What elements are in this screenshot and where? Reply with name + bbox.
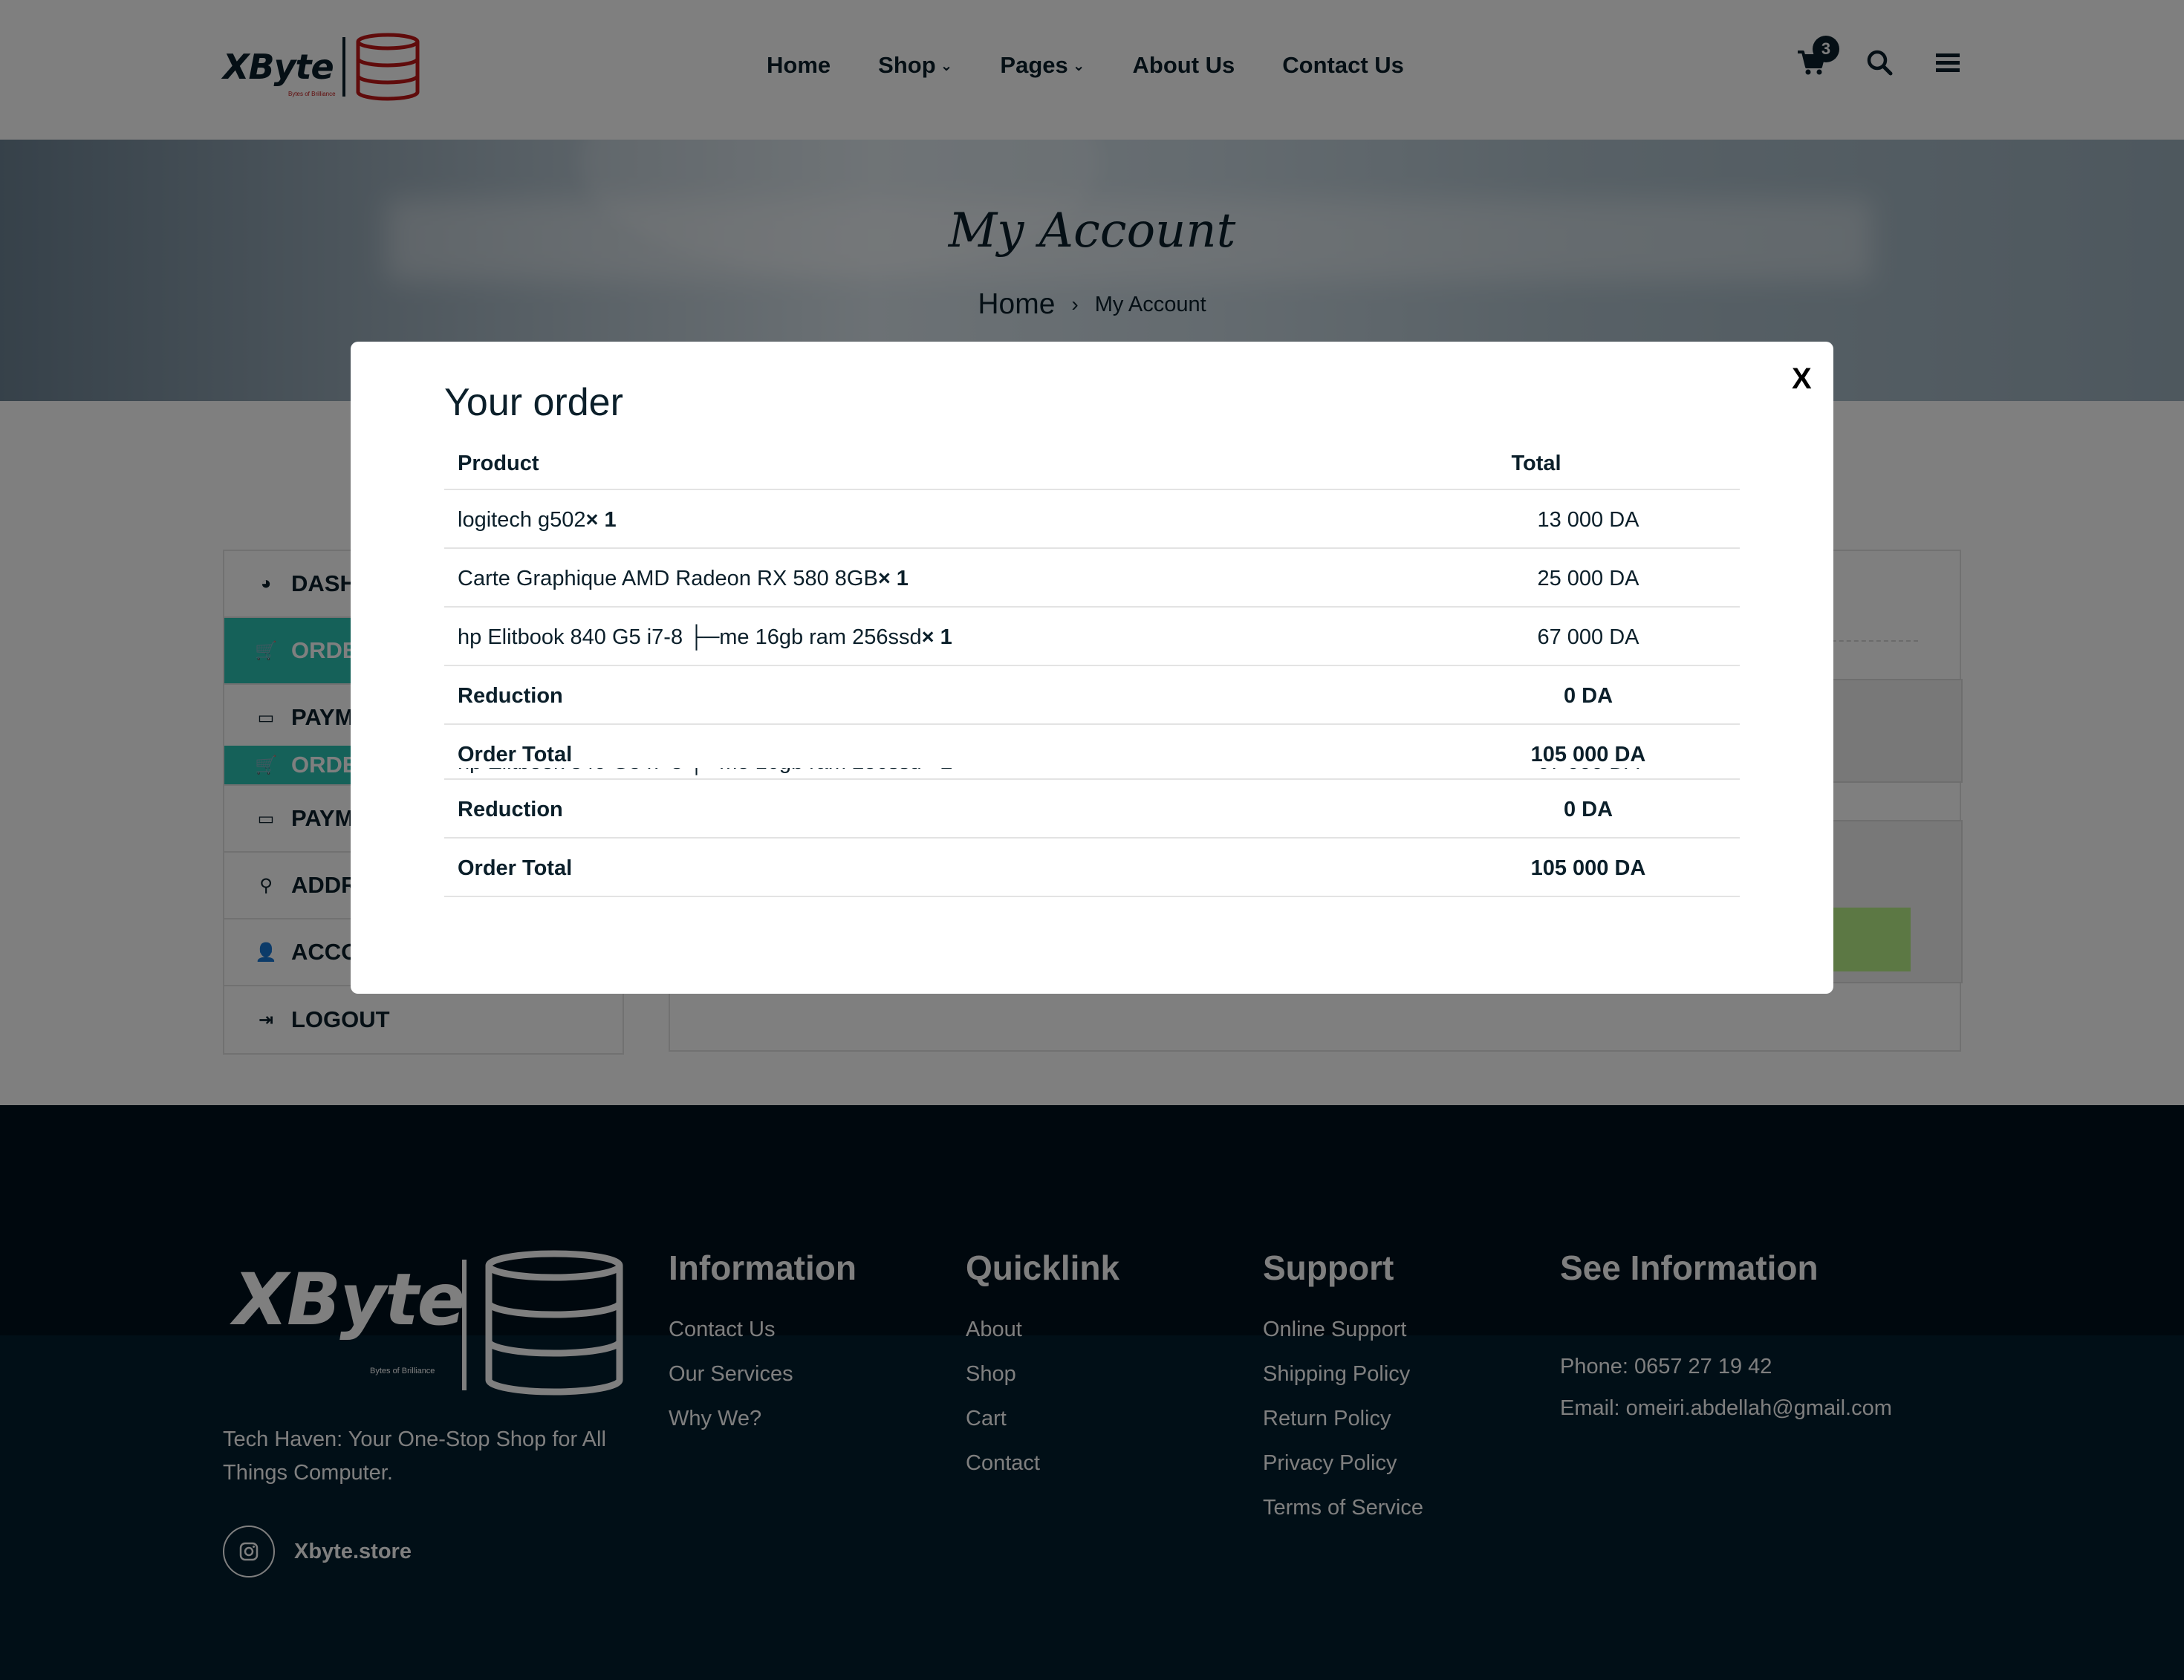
product-cell: hp Elitbook 840 G5 i7-8 ├─me 16gb ram 25… (458, 625, 952, 650)
reduction-label: Reduction (458, 798, 563, 821)
reduction-label: Reduction (458, 684, 563, 708)
product-name: Carte Graphique AMD Radeon RX 580 8GB (458, 567, 878, 590)
total-cell: 13 000 DA (1537, 508, 1639, 532)
column-header-product: Product (458, 452, 539, 475)
product-qty: × 1 (921, 625, 952, 649)
table-row: hp Elitbook 840 G5 i7-8 ├─me 16gb ram 25… (444, 608, 1740, 666)
reduction-value: 0 DA (1563, 798, 1613, 821)
total-cell: 67 000 DA (1499, 768, 1677, 775)
order-total-value: 105 000 DA (1530, 856, 1646, 880)
product-qty: × 1 (585, 508, 617, 532)
total-cell: 25 000 DA (1537, 567, 1639, 590)
table-row: Carte Graphique AMD Radeon RX 580 8GB× 1… (444, 549, 1740, 608)
total-cell: 67 000 DA (1537, 625, 1639, 649)
order-total-label: Order Total (458, 856, 573, 880)
product-cell: hp Elitbook 840 G5 i7-8 ├─me 16gb ram 25… (458, 768, 952, 775)
product-qty: × 1 (922, 768, 952, 774)
table-row: logitech g502× 1 13 000 DA (444, 490, 1740, 549)
order-total-row: Order Total 105 000 DA (444, 725, 1740, 766)
product-cell: logitech g502× 1 (458, 508, 617, 533)
reduction-row: Reduction 0 DA (444, 666, 1740, 725)
order-total-label: Order Total (458, 743, 573, 766)
reduction-row: Reduction 0 DA (444, 780, 1740, 839)
order-total-value: 105 000 DA (1530, 743, 1646, 766)
column-header-total: Total (1511, 452, 1561, 475)
modal-title: Your order (444, 381, 623, 424)
order-table: Product Total logitech g502× 1 13 000 DA… (444, 431, 1740, 766)
reduction-value: 0 DA (1563, 684, 1613, 708)
close-button[interactable]: X (1792, 362, 1812, 396)
product-cell: Carte Graphique AMD Radeon RX 580 8GB× 1 (458, 567, 909, 591)
product-name: hp Elitbook 840 G5 i7-8 ├─me 16gb ram 25… (458, 768, 922, 774)
order-total-row: Order Total 105 000 DA (444, 839, 1740, 897)
product-name: hp Elitbook 840 G5 i7-8 ├─me 16gb ram 25… (458, 625, 922, 649)
product-qty: × 1 (877, 567, 909, 590)
product-name: logitech g502 (458, 508, 586, 532)
table-header-row: Product Total (444, 431, 1740, 490)
order-modal: X Your order Product Total logitech g502… (351, 342, 1833, 994)
duplicate-row-fragment: hp Elitbook 840 G5 i7-8 ├─me 16gb ram 25… (444, 768, 1740, 778)
order-table-duplicate: Reduction 0 DA Order Total 105 000 DA (444, 778, 1740, 897)
